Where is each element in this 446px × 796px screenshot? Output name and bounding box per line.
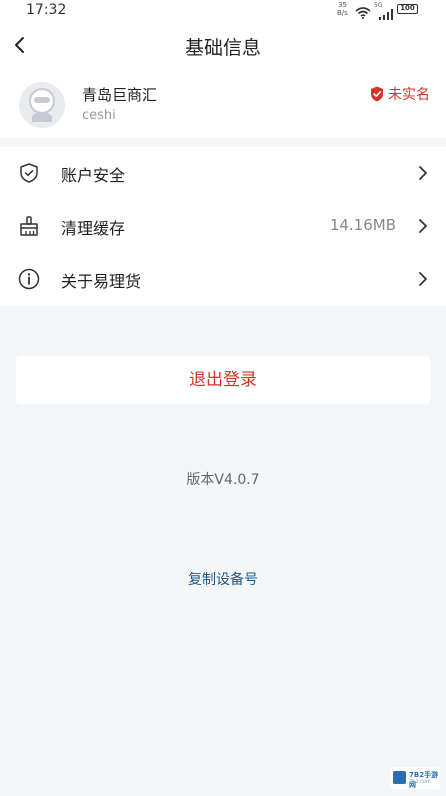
site-watermark: 7B2手游网 7b2.com [390, 767, 440, 789]
menu-item-label: 账户安全 [61, 166, 126, 185]
menu-item-account-security[interactable]: 账户安全 [0, 147, 446, 200]
logout-button[interactable]: 退出登录 [16, 356, 430, 404]
network-speed: 35 B/s [337, 1, 348, 17]
status-bar: 17:32 35 B/s 5G 100 [0, 0, 446, 22]
wifi-icon [355, 4, 371, 23]
company-name: 青岛巨商汇 [82, 86, 158, 104]
battery-icon: 100 [397, 4, 418, 14]
menu-item-clear-cache[interactable]: 清理缓存 14.16MB [0, 200, 446, 253]
menu-item-label: 关于易理货 [61, 272, 142, 291]
profile-card[interactable]: 青岛巨商汇 ceshi 未实名 [0, 68, 446, 138]
verify-status-badge[interactable]: 未实名 [370, 84, 430, 104]
menu-item-about[interactable]: 关于易理货 [0, 253, 446, 306]
cache-size-value: 14.16MB [329, 216, 396, 234]
shield-icon [18, 162, 40, 184]
chevron-right-icon [418, 165, 428, 181]
settings-menu: 账户安全 清理缓存 14.16MB 关于易理货 [0, 147, 446, 306]
network-speed-unit: B/s [337, 9, 348, 17]
nav-bar: 基础信息 [0, 22, 446, 68]
info-icon [18, 268, 40, 290]
copy-device-id-link[interactable]: 复制设备号 [0, 569, 446, 589]
watermark-subtext: 7b2.com [409, 779, 431, 785]
username: ceshi [82, 108, 116, 123]
version-text: 版本V4.0.7 [186, 472, 260, 488]
menu-item-label: 清理缓存 [61, 219, 126, 238]
avatar-placeholder-icon [29, 88, 55, 122]
avatar [19, 82, 65, 128]
broom-icon [18, 215, 40, 237]
shield-check-icon [371, 86, 383, 102]
chevron-right-icon [418, 271, 428, 287]
verify-status-text: 未实名 [388, 87, 430, 103]
chevron-right-icon [418, 218, 428, 234]
page-title: 基础信息 [184, 37, 261, 59]
network-speed-value: 35 [337, 1, 347, 9]
watermark-logo-icon [393, 771, 406, 784]
status-time: 17:32 [26, 2, 67, 18]
